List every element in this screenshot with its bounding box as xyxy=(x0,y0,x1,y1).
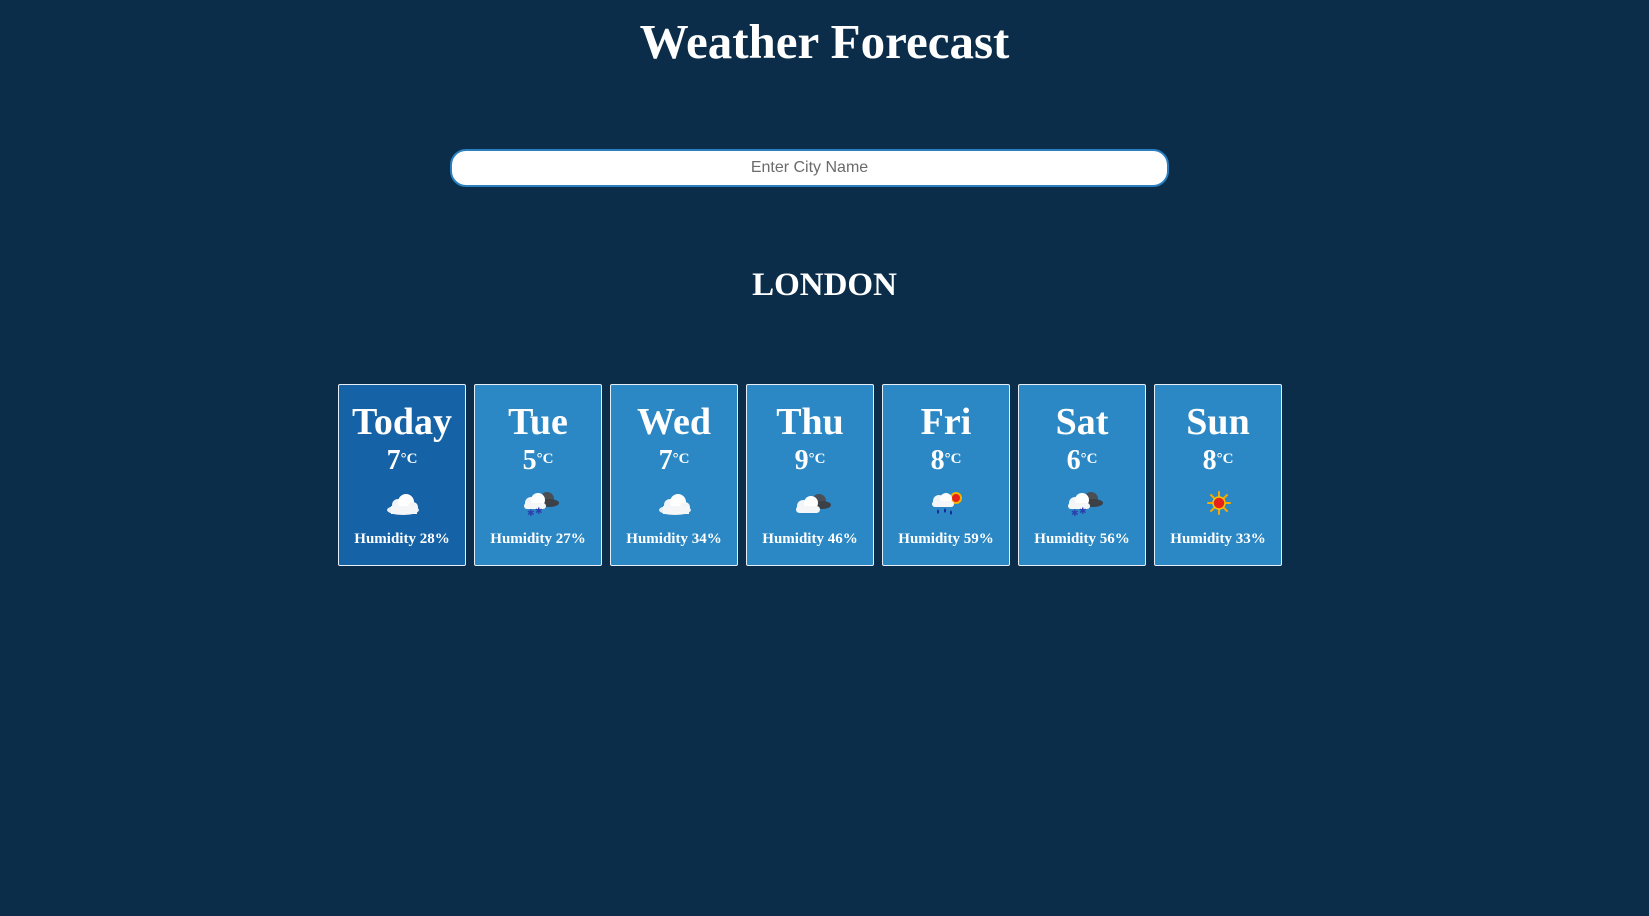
city-search-input[interactable] xyxy=(450,149,1169,187)
page-title: Weather Forecast xyxy=(639,14,1010,69)
forecast-day: Wed xyxy=(637,401,711,443)
forecast-humidity: Humidity 56% xyxy=(1034,531,1130,547)
city-name: LONDON xyxy=(752,267,897,303)
forecast-humidity: Humidity 59% xyxy=(898,531,994,547)
forecast-card-thu: Thu 9°C Humidity 46% xyxy=(746,384,874,566)
forecast-humidity: Humidity 27% xyxy=(490,531,586,547)
snow-cloud-icon: ✱ ✱ xyxy=(524,492,559,517)
forecast-card-tue: Tue 5°C ✱ ✱ Humidity 27% xyxy=(474,384,602,566)
svg-text:✱: ✱ xyxy=(1079,507,1087,517)
forecast-temp: 9°C xyxy=(794,445,826,476)
forecast-day: Today xyxy=(352,401,452,443)
svg-text:✱: ✱ xyxy=(535,507,543,517)
forecast-humidity: Humidity 34% xyxy=(626,531,722,547)
forecast-temp: 7°C xyxy=(386,445,418,476)
cloud-icon xyxy=(659,494,691,515)
forecast-day: Sun xyxy=(1186,401,1250,443)
forecast-card-sat: Sat 6°C ✱ ✱ Humidity 56% xyxy=(1018,384,1146,566)
rain-sun-icon xyxy=(932,492,962,515)
forecast-card-sun: Sun 8°C Humidity 33% xyxy=(1154,384,1282,566)
forecast-cards: Today 7°C Humidity 28% Tue 5°C ✱ ✱ Humid… xyxy=(338,384,1282,566)
forecast-temp: 7°C xyxy=(658,445,690,476)
forecast-card-today: Today 7°C Humidity 28% xyxy=(338,384,466,566)
forecast-day: Tue xyxy=(508,401,568,443)
forecast-card-fri: Fri 8°C Humidity 59% xyxy=(882,384,1010,566)
forecast-day: Sat xyxy=(1055,401,1109,443)
svg-text:✱: ✱ xyxy=(1071,509,1079,517)
forecast-card-wed: Wed 7°C Humidity 34% xyxy=(610,384,738,566)
overcast-icon xyxy=(796,494,831,513)
svg-text:✱: ✱ xyxy=(527,509,535,517)
sun-icon xyxy=(1207,491,1231,515)
forecast-humidity: Humidity 33% xyxy=(1170,531,1266,547)
forecast-humidity: Humidity 28% xyxy=(354,531,450,547)
snow-cloud-icon: ✱ ✱ xyxy=(1068,492,1103,517)
forecast-day: Thu xyxy=(776,401,844,443)
forecast-temp: 6°C xyxy=(1066,445,1098,476)
forecast-temp: 8°C xyxy=(1202,445,1234,476)
forecast-temp: 8°C xyxy=(930,445,962,476)
forecast-humidity: Humidity 46% xyxy=(762,531,858,547)
forecast-temp: 5°C xyxy=(522,445,554,476)
forecast-day: Fri xyxy=(920,401,972,443)
cloud-icon xyxy=(387,494,419,515)
